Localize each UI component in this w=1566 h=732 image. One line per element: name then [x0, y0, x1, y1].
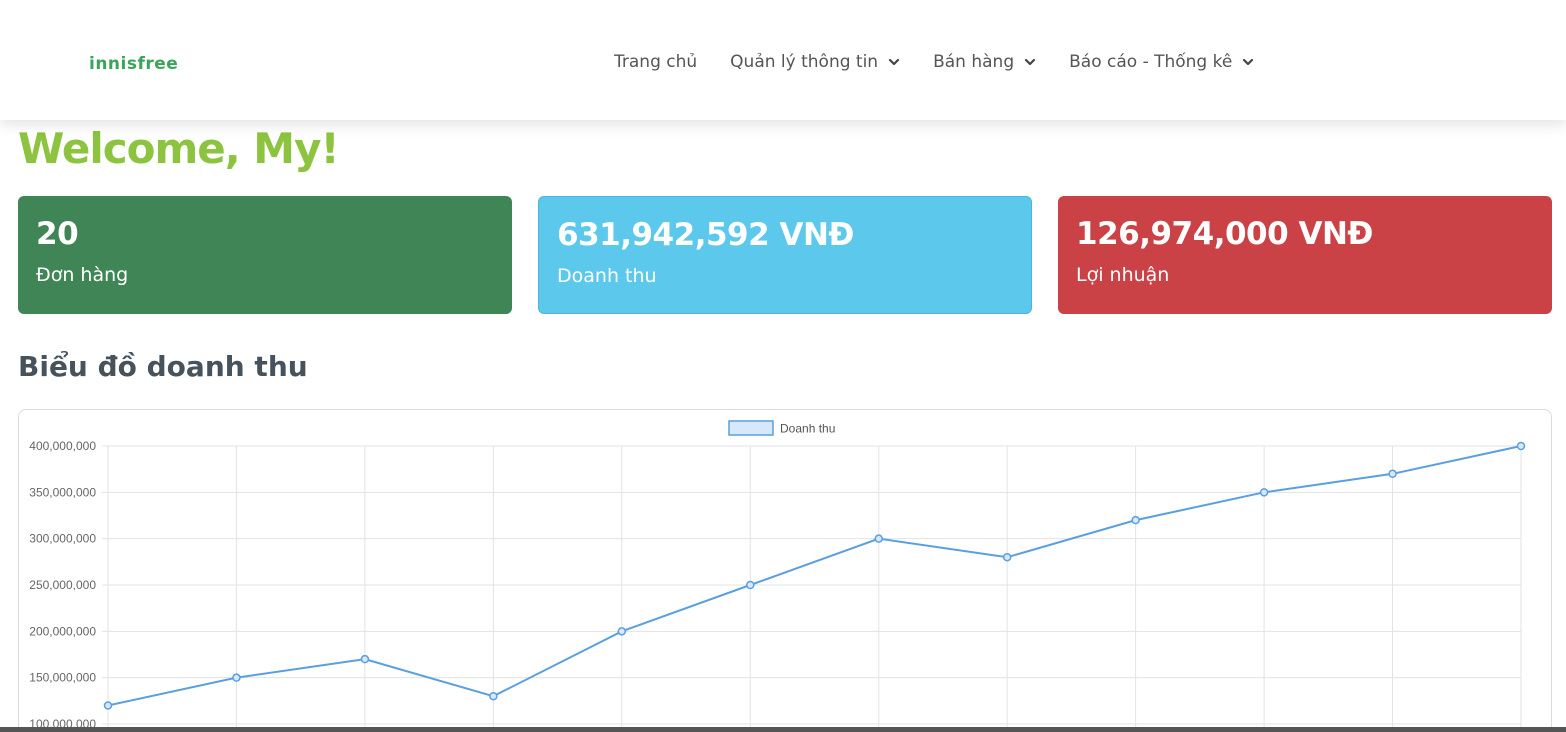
data-point	[1131, 515, 1140, 525]
data-point	[1259, 488, 1269, 497]
data-point	[617, 627, 627, 636]
data-point	[232, 673, 241, 682]
menu-item-sales[interactable]: Bán hàng	[933, 52, 1036, 72]
revenue-label: Doanh thu	[557, 265, 657, 287]
menu-item-label: Báo cáo - Thống kê	[1069, 52, 1233, 72]
data-point	[1388, 469, 1397, 479]
menu-item-label: Quản lý thông tin	[730, 52, 879, 72]
top-navbar: innisfree Trang chủ Quản lý thông tin Bá…	[0, 0, 1566, 120]
legend-swatch	[728, 420, 774, 436]
y-tick-label: 150,000,000	[29, 671, 96, 685]
revenue-chart-card: 400,000,000 350,000,000 300,000,000 250,000…	[18, 409, 1552, 732]
chart-section-title: Biểu đồ doanh thu	[18, 350, 308, 383]
y-tick-label: 200,000,000	[29, 624, 96, 638]
menu-item-label: Trang chủ	[614, 52, 698, 72]
y-tick-label: 250,000,000	[29, 578, 96, 592]
welcome-heading: Welcome, My!	[18, 124, 340, 173]
chevron-down-icon	[1243, 58, 1254, 66]
window-bottom-edge	[0, 727, 1566, 732]
orders-count: 20	[36, 216, 79, 252]
legend-label: Doanh thu	[780, 422, 835, 436]
revenue-stat-card: 631,942,592 VNĐ Doanh thu	[538, 196, 1032, 314]
orders-label: Đơn hàng	[36, 264, 129, 286]
y-tick-label: 400,000,000	[29, 439, 96, 453]
data-point	[1002, 552, 1012, 562]
menu-item-label: Bán hàng	[933, 52, 1015, 72]
orders-stat-card: 20 Đơn hàng	[18, 196, 512, 314]
chevron-down-icon	[888, 58, 900, 66]
revenue-line-chart: 400,000,000 350,000,000 300,000,000 250,000…	[29, 420, 1526, 731]
data-point	[746, 580, 755, 590]
series-line	[107, 445, 1522, 707]
menu-item-reports[interactable]: Báo cáo - Thống kê	[1069, 52, 1254, 72]
data-point	[360, 654, 370, 664]
main-menu: Trang chủ Quản lý thông tin Bán hàng Báo…	[614, 52, 1287, 72]
menu-item-info-management[interactable]: Quản lý thông tin	[730, 52, 900, 72]
profit-value: 126,974,000 VNĐ	[1076, 216, 1373, 252]
brand-logo[interactable]: innisfree	[89, 54, 178, 74]
data-point	[1516, 441, 1526, 451]
data-point	[489, 691, 498, 701]
chevron-down-icon	[1025, 58, 1036, 66]
data-point	[874, 534, 883, 543]
menu-item-home[interactable]: Trang chủ	[614, 52, 697, 72]
profit-stat-card: 126,974,000 VNĐ Lợi nhuận	[1058, 196, 1552, 314]
y-tick-label: 300,000,000	[29, 532, 96, 546]
profit-label: Lợi nhuận	[1076, 264, 1170, 286]
y-tick-label: 350,000,000	[29, 485, 96, 499]
data-point	[103, 701, 113, 710]
revenue-value: 631,942,592 VNĐ	[557, 217, 854, 253]
